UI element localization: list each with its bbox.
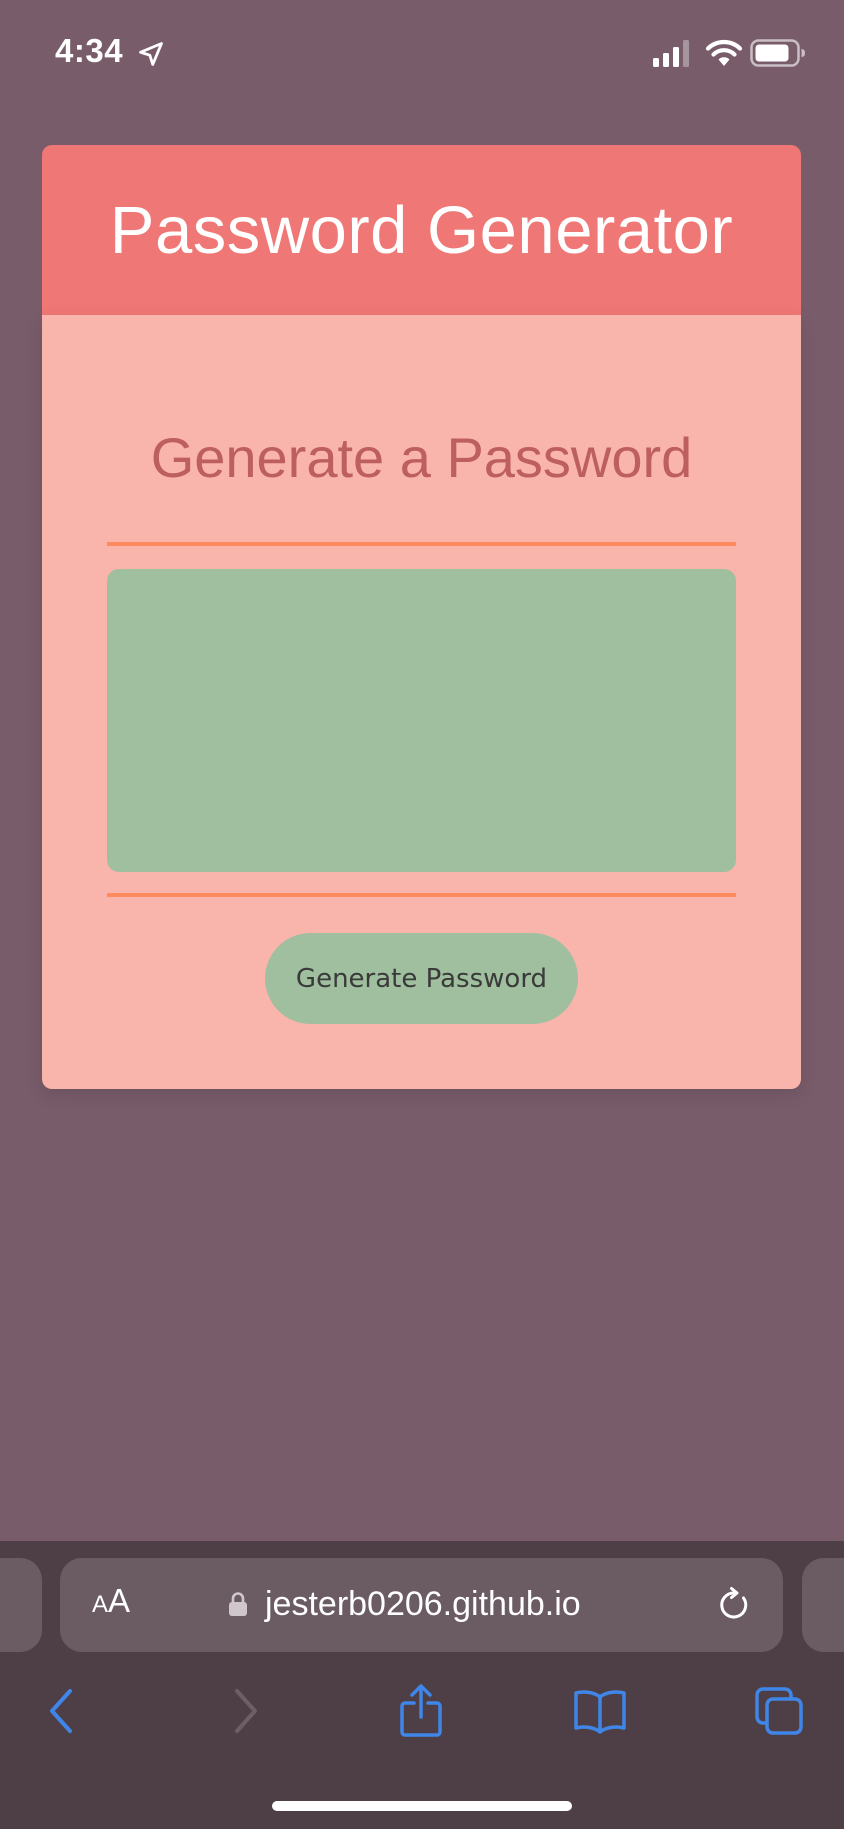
status-time: 4:34 bbox=[55, 32, 124, 69]
share-button[interactable] bbox=[391, 1681, 451, 1741]
card-heading: Generate a Password bbox=[150, 426, 693, 489]
tabs-icon bbox=[755, 1687, 803, 1735]
home-indicator[interactable] bbox=[272, 1801, 572, 1811]
text-size-large-a: A bbox=[108, 1582, 131, 1619]
url-text: jesterb0206.github.io bbox=[265, 1585, 581, 1623]
text-size-small-a: A bbox=[92, 1591, 109, 1618]
generate-password-button[interactable]: Generate Password bbox=[265, 933, 578, 1024]
status-bar: 4:34 bbox=[0, 0, 844, 110]
back-button[interactable] bbox=[32, 1681, 92, 1741]
share-icon bbox=[400, 1684, 442, 1737]
previous-tab-peek[interactable] bbox=[0, 1558, 42, 1652]
app-header: Password Generator bbox=[42, 145, 801, 315]
bookmarks-button[interactable] bbox=[570, 1681, 630, 1741]
forward-icon bbox=[235, 1689, 257, 1733]
bottom-divider bbox=[107, 893, 736, 897]
forward-button[interactable] bbox=[215, 1681, 275, 1741]
top-divider bbox=[107, 542, 736, 546]
generator-card: Generate a Password Generate Password bbox=[42, 315, 801, 1089]
lock-icon bbox=[229, 1592, 247, 1616]
browser-chrome: AA jesterb0206.github.io bbox=[0, 1541, 844, 1829]
page-title: Password Generator bbox=[109, 192, 734, 268]
next-tab-peek[interactable] bbox=[802, 1558, 844, 1652]
back-icon bbox=[50, 1689, 72, 1733]
battery-icon bbox=[750, 39, 805, 67]
text-size-button[interactable]: AA bbox=[92, 1584, 130, 1617]
tabs-button[interactable] bbox=[749, 1681, 809, 1741]
address-bar[interactable]: AA jesterb0206.github.io bbox=[60, 1558, 783, 1652]
cellular-signal-icon bbox=[653, 40, 689, 67]
wifi-icon bbox=[705, 40, 743, 66]
password-output[interactable] bbox=[107, 569, 736, 872]
location-arrow-icon bbox=[139, 42, 163, 66]
reload-icon[interactable] bbox=[715, 1586, 753, 1624]
bookmarks-icon bbox=[574, 1690, 626, 1734]
